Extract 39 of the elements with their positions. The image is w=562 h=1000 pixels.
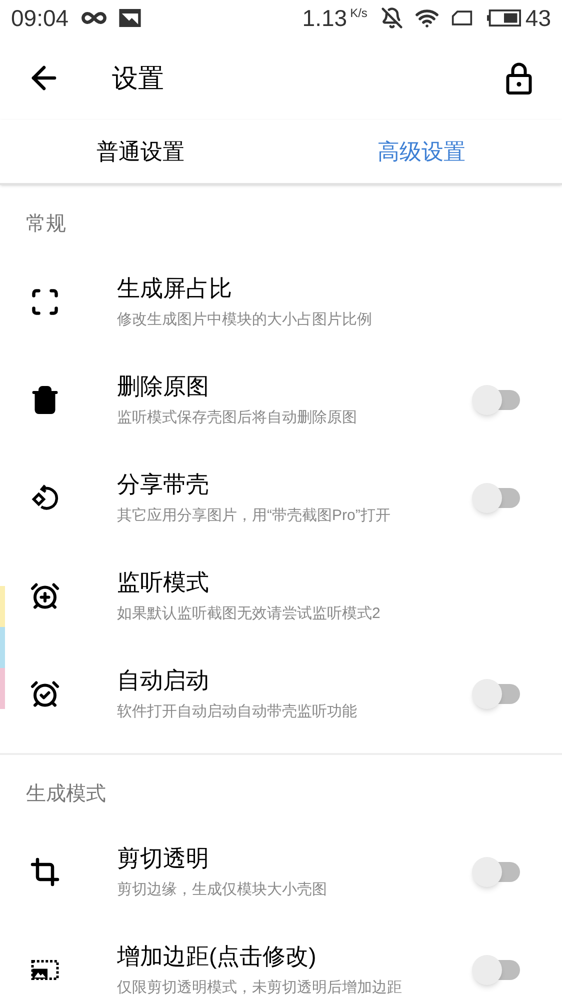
- battery-level: 43: [525, 4, 551, 33]
- item-title: 剪切透明: [117, 844, 210, 873]
- bell-off-icon: [381, 7, 404, 29]
- image-icon: [118, 9, 141, 27]
- item-title: 删除原图: [117, 372, 210, 401]
- tab[interactable]: 普通设置: [0, 120, 281, 183]
- status-time: 09:04: [11, 4, 69, 33]
- item-subtitle: 修改生成图片中模块的大小占图片比例: [117, 311, 373, 330]
- alarm-plus-icon: [30, 581, 60, 611]
- item-title: 自动启动: [117, 666, 210, 695]
- item-subtitle: 仅限剪切透明模式，未剪切透明后增加边距: [117, 979, 403, 998]
- crop-icon: [30, 857, 60, 887]
- toggle-switch[interactable]: [472, 955, 522, 985]
- item-subtitle: 其它应用分享图片，用“带壳截图Pro”打开: [117, 507, 392, 526]
- item-title: 生成屏占比: [117, 274, 233, 303]
- item-subtitle: 如果默认监听截图无效请尝试监听模式2: [117, 605, 382, 624]
- item-title: 监听模式: [117, 568, 210, 597]
- trash-icon: [30, 385, 60, 415]
- alarm-check-icon: [30, 679, 60, 709]
- lock-icon[interactable]: [504, 60, 534, 96]
- toggle-switch[interactable]: [472, 857, 522, 887]
- section-header: 常规: [26, 212, 66, 237]
- item-subtitle: 软件打开自动启动自动带壳监听功能: [117, 703, 358, 722]
- page-title: 设置: [112, 62, 164, 94]
- section-header: 生成模式: [26, 782, 106, 807]
- toggle-switch[interactable]: [472, 483, 522, 513]
- item-subtitle: 剪切边缘，生成仅模块大小壳图: [117, 881, 328, 900]
- tab[interactable]: 高级设置: [281, 120, 562, 183]
- network-speed: 1.13: [302, 4, 348, 33]
- battery-icon: [487, 9, 522, 27]
- item-title: 增加边距(点击修改): [117, 942, 318, 971]
- toggle-switch[interactable]: [472, 679, 522, 709]
- sim-icon: [451, 9, 474, 27]
- fullscreen-icon: [30, 287, 60, 317]
- speed-unit: K/s: [350, 5, 368, 22]
- toggle-switch[interactable]: [472, 385, 522, 415]
- item-subtitle: 监听模式保存壳图后将自动删除原图: [117, 409, 358, 428]
- item-title: 分享带壳: [117, 470, 210, 499]
- rotate-icon: [30, 483, 60, 513]
